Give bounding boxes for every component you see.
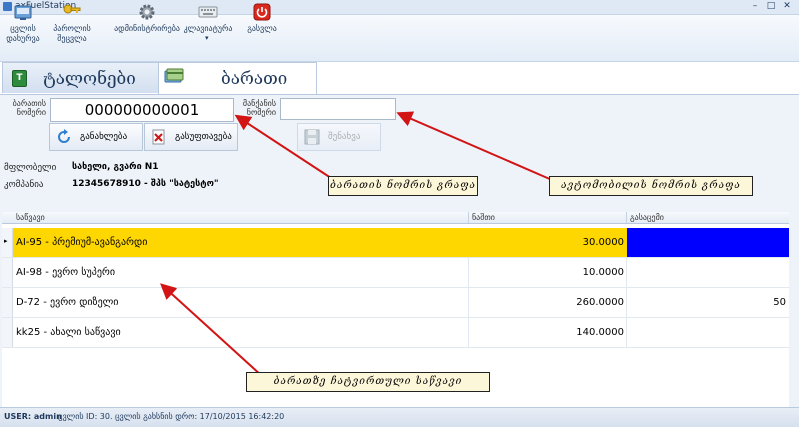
keyboard-dropdown-chevron-icon: ▾ [205,34,209,42]
exit-button[interactable]: გასვლა [242,1,282,45]
exit-label: გასვლა [247,24,277,33]
company-label: კომპანია [4,180,44,190]
fuel-grid-header: საწვავი ნაშთი გასაცემი [2,212,789,224]
change-password-label: პაროლის შეცვლა [53,24,91,43]
administration-button[interactable]: ადმინისტრირება [108,1,186,45]
tab-card-label: ბარათი [221,69,288,89]
balance-cell[interactable]: 260.0000 [472,297,624,308]
change-password-button[interactable]: პაროლის შეცვლა [50,1,94,45]
card-number-label: ბარათის ნომერი [12,99,46,117]
fuel-cell[interactable]: AI-95 - პრემიუმ-ავანგარდი [16,237,147,248]
table-row[interactable]: AI-98 - ევრო სუპერი 10.0000 [2,258,789,288]
clear-icon [152,129,165,145]
shift-close-icon [14,5,32,20]
status-user: USER: admin [4,412,62,421]
balance-cell[interactable]: 30.0000 [472,237,624,248]
table-row[interactable]: ▸ AI-95 - პრემიუმ-ავანგარდი 30.0000 [2,228,789,258]
save-button[interactable]: შენახვა [297,123,381,151]
table-row[interactable]: D-72 - ევრო დიზელი 260.0000 50 [2,288,789,318]
row-header[interactable] [2,288,13,317]
car-number-label: მანქანის ნომერი [242,99,276,117]
close-window-button[interactable]: ✕ [782,2,792,11]
gear-icon [139,4,155,20]
card-icon [164,68,184,83]
tab-coupons[interactable]: T ტალონები [2,62,159,93]
close-shift-button[interactable]: ცვლის დახურვა [2,1,44,45]
status-bar: USER: admin ცვლის ID: 30. ცვლის გახსნის … [0,407,799,427]
issue-cell[interactable] [627,228,789,257]
column-issue-header[interactable]: გასაცემი [630,213,664,222]
key-icon [63,4,81,14]
car-number-input[interactable] [280,98,396,120]
fuel-cell[interactable]: AI-98 - ევრო სუპერი [16,267,115,278]
maximize-button[interactable]: □ [766,2,776,11]
status-shift-info: ცვლის ID: 30. ცვლის გახსნის დრო: 17/10/2… [58,412,285,421]
keyboard-icon [198,6,218,18]
coupon-badge-icon: T [12,70,27,87]
clear-button[interactable]: გასუფთავება [144,123,238,151]
minimize-button[interactable]: – [750,2,760,11]
keyboard-button[interactable]: კლავიატურა ▾ [180,1,236,45]
balance-cell[interactable]: 140.0000 [472,327,624,338]
row-header[interactable]: ▸ [2,228,13,257]
company-value: 12345678910 - შპს "სატესტო" [72,179,219,189]
clear-label: გასუფთავება [175,132,232,142]
current-row-indicator-icon: ▸ [4,237,8,245]
row-header[interactable] [2,318,13,347]
table-row[interactable]: kk25 - ახალი საწვავი 140.0000 [2,318,789,348]
power-icon [253,3,271,21]
balance-cell[interactable]: 10.0000 [472,267,624,278]
close-shift-label: ცვლის დახურვა [6,24,40,43]
column-fuel-header[interactable]: საწვავი [16,213,45,222]
fuel-callout: ბარათზე ჩატვირთული საწვავი [246,372,490,392]
save-icon [304,129,320,145]
refresh-label: განახლება [80,132,128,142]
card-number-input[interactable]: 000000000001 [50,98,234,122]
column-balance-header[interactable]: ნაშთი [472,213,495,222]
owner-label: მფლობელი [4,163,57,173]
row-header[interactable] [2,258,13,287]
car-number-callout: ავტომობილის ნომრის გრაფა [549,176,753,196]
fuel-cell[interactable]: D-72 - ევრო დიზელი [16,297,118,308]
administration-label: ადმინისტრირება [114,24,180,33]
tab-coupons-label: ტალონები [43,69,136,89]
fuel-cell[interactable]: kk25 - ახალი საწვავი [16,327,121,338]
refresh-icon [58,129,70,143]
issue-cell[interactable]: 50 [630,297,786,308]
owner-value: სახელი, გვარი N1 [72,162,159,172]
refresh-button[interactable]: განახლება [49,123,143,151]
tab-card[interactable]: ბარათი [158,62,317,94]
card-number-callout: ბარათის ნომრის გრაფა [328,176,478,196]
save-label: შენახვა [328,132,361,142]
